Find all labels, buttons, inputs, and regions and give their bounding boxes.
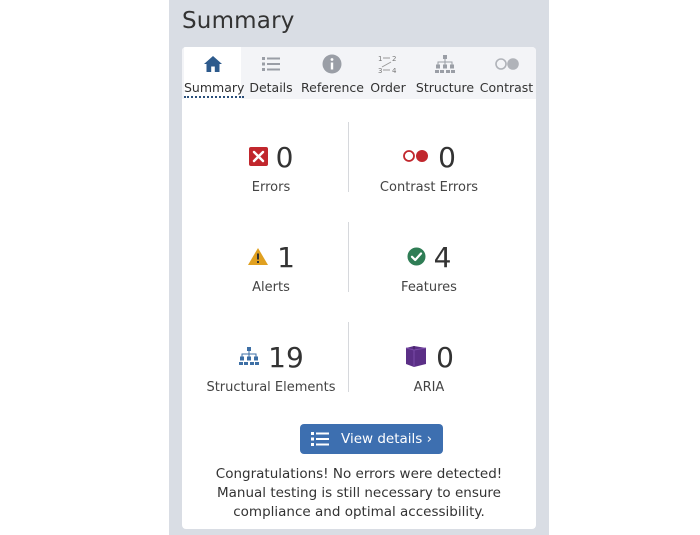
tab-bar: Summary Details Reference 1 2 3 4 Order … bbox=[182, 47, 536, 99]
panel-title: Summary bbox=[182, 8, 295, 34]
contrast-errors-metric[interactable]: 0 Contrast Errors bbox=[349, 140, 509, 195]
alerts-count: 1 bbox=[277, 241, 295, 274]
structural-count: 19 bbox=[268, 341, 304, 374]
errors-count: 0 bbox=[275, 141, 294, 174]
aria-cube-icon bbox=[404, 344, 428, 372]
tab-label: Reference bbox=[301, 80, 364, 95]
errors-label: Errors bbox=[251, 180, 291, 195]
tab-label: Structure bbox=[415, 80, 475, 95]
structure-icon bbox=[413, 53, 477, 75]
aria-metric[interactable]: 0 ARIA bbox=[349, 340, 509, 395]
svg-text:4: 4 bbox=[392, 67, 397, 75]
svg-text:1: 1 bbox=[378, 55, 382, 63]
tab-summary[interactable]: Summary bbox=[184, 47, 245, 99]
aria-label: ARIA bbox=[413, 380, 445, 395]
list-icon bbox=[241, 53, 301, 75]
structure-icon bbox=[238, 346, 260, 370]
tab-details[interactable]: Details bbox=[241, 47, 301, 99]
info-icon bbox=[301, 53, 363, 75]
congratulations-message: Congratulations! No errors were detected… bbox=[215, 466, 503, 520]
tab-order[interactable]: 1 2 3 4 Order bbox=[363, 47, 413, 99]
tab-label: Contrast bbox=[479, 80, 534, 95]
svg-text:2: 2 bbox=[392, 55, 396, 63]
view-details-button[interactable]: View details › bbox=[300, 424, 443, 454]
alerts-label: Alerts bbox=[252, 280, 290, 295]
tab-contrast[interactable]: Contrast bbox=[477, 47, 536, 99]
svg-text:3: 3 bbox=[378, 67, 382, 75]
check-circle-icon bbox=[407, 247, 426, 270]
alerts-metric[interactable]: 1 Alerts bbox=[191, 240, 351, 295]
contrast-error-icon bbox=[402, 148, 430, 168]
tab-label: Details bbox=[249, 80, 293, 95]
order-icon: 1 2 3 4 bbox=[363, 53, 413, 75]
error-x-icon bbox=[248, 146, 268, 170]
features-count: 4 bbox=[433, 241, 452, 274]
tab-reference[interactable]: Reference bbox=[301, 47, 364, 99]
tab-structure[interactable]: Structure bbox=[413, 47, 477, 99]
aria-count: 0 bbox=[436, 341, 454, 374]
tab-label: Order bbox=[370, 80, 406, 95]
structural-label: Structural Elements bbox=[206, 380, 336, 395]
list-icon bbox=[311, 432, 329, 446]
features-label: Features bbox=[401, 280, 457, 295]
features-metric[interactable]: 4 Features bbox=[349, 240, 509, 295]
home-icon bbox=[184, 53, 241, 75]
contrast-errors-count: 0 bbox=[438, 141, 456, 174]
contrast-icon bbox=[477, 53, 536, 75]
structural-metric[interactable]: 19 Structural Elements bbox=[191, 340, 351, 395]
errors-metric[interactable]: 0 Errors bbox=[191, 140, 351, 195]
alert-triangle-icon bbox=[247, 247, 269, 270]
contrast-errors-label: Contrast Errors bbox=[379, 180, 479, 195]
view-details-label: View details › bbox=[341, 431, 432, 447]
summary-panel: Summary Summary Details Reference 1 2 3 … bbox=[169, 0, 549, 535]
tab-label: Summary bbox=[184, 80, 245, 98]
summary-card: Summary Details Reference 1 2 3 4 Order … bbox=[182, 47, 536, 529]
